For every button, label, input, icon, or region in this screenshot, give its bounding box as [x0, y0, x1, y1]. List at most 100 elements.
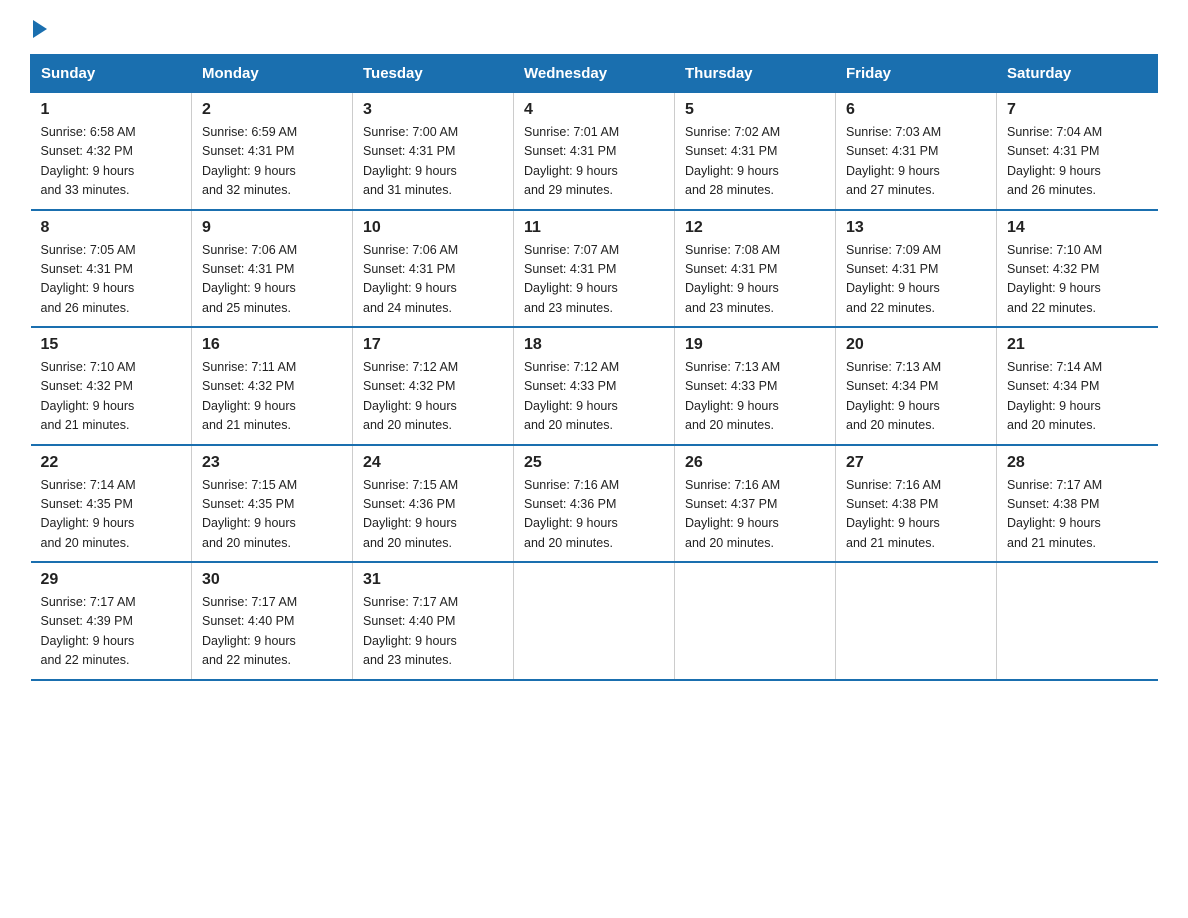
calendar-day-cell: 2 Sunrise: 6:59 AMSunset: 4:31 PMDayligh…	[192, 93, 353, 210]
calendar-day-cell: 25 Sunrise: 7:16 AMSunset: 4:36 PMDaylig…	[514, 445, 675, 563]
day-number: 13	[846, 219, 986, 237]
calendar-day-cell: 22 Sunrise: 7:14 AMSunset: 4:35 PMDaylig…	[31, 445, 192, 563]
day-info: Sunrise: 7:13 AMSunset: 4:34 PMDaylight:…	[846, 360, 941, 432]
calendar-day-cell: 14 Sunrise: 7:10 AMSunset: 4:32 PMDaylig…	[997, 210, 1158, 328]
calendar-day-cell: 4 Sunrise: 7:01 AMSunset: 4:31 PMDayligh…	[514, 93, 675, 210]
calendar-day-cell: 24 Sunrise: 7:15 AMSunset: 4:36 PMDaylig…	[353, 445, 514, 563]
day-info: Sunrise: 7:16 AMSunset: 4:37 PMDaylight:…	[685, 478, 780, 550]
calendar-day-cell: 27 Sunrise: 7:16 AMSunset: 4:38 PMDaylig…	[836, 445, 997, 563]
day-info: Sunrise: 6:59 AMSunset: 4:31 PMDaylight:…	[202, 125, 297, 197]
calendar-week-row: 1 Sunrise: 6:58 AMSunset: 4:32 PMDayligh…	[31, 93, 1158, 210]
logo-arrow-icon	[33, 20, 47, 38]
day-number: 9	[202, 219, 342, 237]
day-info: Sunrise: 7:15 AMSunset: 4:36 PMDaylight:…	[363, 478, 458, 550]
day-info: Sunrise: 7:15 AMSunset: 4:35 PMDaylight:…	[202, 478, 297, 550]
column-header-saturday: Saturday	[997, 55, 1158, 93]
day-number: 17	[363, 336, 503, 354]
day-info: Sunrise: 7:07 AMSunset: 4:31 PMDaylight:…	[524, 243, 619, 315]
day-info: Sunrise: 7:03 AMSunset: 4:31 PMDaylight:…	[846, 125, 941, 197]
calendar-day-cell	[514, 562, 675, 680]
column-header-monday: Monday	[192, 55, 353, 93]
calendar-day-cell: 19 Sunrise: 7:13 AMSunset: 4:33 PMDaylig…	[675, 327, 836, 445]
day-info: Sunrise: 7:17 AMSunset: 4:40 PMDaylight:…	[202, 595, 297, 667]
day-info: Sunrise: 7:12 AMSunset: 4:32 PMDaylight:…	[363, 360, 458, 432]
day-info: Sunrise: 7:11 AMSunset: 4:32 PMDaylight:…	[202, 360, 296, 432]
column-header-tuesday: Tuesday	[353, 55, 514, 93]
page-header	[30, 20, 1158, 34]
day-info: Sunrise: 7:17 AMSunset: 4:40 PMDaylight:…	[363, 595, 458, 667]
calendar-day-cell	[997, 562, 1158, 680]
calendar-day-cell: 31 Sunrise: 7:17 AMSunset: 4:40 PMDaylig…	[353, 562, 514, 680]
day-info: Sunrise: 7:16 AMSunset: 4:38 PMDaylight:…	[846, 478, 941, 550]
day-info: Sunrise: 7:06 AMSunset: 4:31 PMDaylight:…	[202, 243, 297, 315]
day-info: Sunrise: 7:06 AMSunset: 4:31 PMDaylight:…	[363, 243, 458, 315]
day-number: 8	[41, 219, 182, 237]
day-number: 5	[685, 101, 825, 119]
calendar-day-cell: 17 Sunrise: 7:12 AMSunset: 4:32 PMDaylig…	[353, 327, 514, 445]
day-number: 14	[1007, 219, 1148, 237]
day-number: 1	[41, 101, 182, 119]
calendar-day-cell: 13 Sunrise: 7:09 AMSunset: 4:31 PMDaylig…	[836, 210, 997, 328]
day-number: 10	[363, 219, 503, 237]
column-header-wednesday: Wednesday	[514, 55, 675, 93]
calendar-day-cell	[675, 562, 836, 680]
day-number: 7	[1007, 101, 1148, 119]
calendar-day-cell: 9 Sunrise: 7:06 AMSunset: 4:31 PMDayligh…	[192, 210, 353, 328]
calendar-day-cell: 26 Sunrise: 7:16 AMSunset: 4:37 PMDaylig…	[675, 445, 836, 563]
day-number: 16	[202, 336, 342, 354]
day-number: 26	[685, 454, 825, 472]
day-info: Sunrise: 7:02 AMSunset: 4:31 PMDaylight:…	[685, 125, 780, 197]
day-info: Sunrise: 6:58 AMSunset: 4:32 PMDaylight:…	[41, 125, 136, 197]
day-number: 29	[41, 571, 182, 589]
day-info: Sunrise: 7:01 AMSunset: 4:31 PMDaylight:…	[524, 125, 619, 197]
day-number: 30	[202, 571, 342, 589]
calendar-day-cell: 6 Sunrise: 7:03 AMSunset: 4:31 PMDayligh…	[836, 93, 997, 210]
calendar-day-cell: 1 Sunrise: 6:58 AMSunset: 4:32 PMDayligh…	[31, 93, 192, 210]
calendar-day-cell: 11 Sunrise: 7:07 AMSunset: 4:31 PMDaylig…	[514, 210, 675, 328]
day-number: 31	[363, 571, 503, 589]
calendar-week-row: 8 Sunrise: 7:05 AMSunset: 4:31 PMDayligh…	[31, 210, 1158, 328]
column-header-sunday: Sunday	[31, 55, 192, 93]
calendar-day-cell: 29 Sunrise: 7:17 AMSunset: 4:39 PMDaylig…	[31, 562, 192, 680]
day-info: Sunrise: 7:04 AMSunset: 4:31 PMDaylight:…	[1007, 125, 1102, 197]
day-number: 27	[846, 454, 986, 472]
day-number: 15	[41, 336, 182, 354]
day-info: Sunrise: 7:14 AMSunset: 4:34 PMDaylight:…	[1007, 360, 1102, 432]
calendar-day-cell: 30 Sunrise: 7:17 AMSunset: 4:40 PMDaylig…	[192, 562, 353, 680]
day-info: Sunrise: 7:05 AMSunset: 4:31 PMDaylight:…	[41, 243, 136, 315]
calendar-day-cell: 10 Sunrise: 7:06 AMSunset: 4:31 PMDaylig…	[353, 210, 514, 328]
calendar-day-cell	[836, 562, 997, 680]
day-number: 11	[524, 219, 664, 237]
calendar-week-row: 29 Sunrise: 7:17 AMSunset: 4:39 PMDaylig…	[31, 562, 1158, 680]
day-number: 25	[524, 454, 664, 472]
day-info: Sunrise: 7:08 AMSunset: 4:31 PMDaylight:…	[685, 243, 780, 315]
calendar-day-cell: 15 Sunrise: 7:10 AMSunset: 4:32 PMDaylig…	[31, 327, 192, 445]
calendar-day-cell: 20 Sunrise: 7:13 AMSunset: 4:34 PMDaylig…	[836, 327, 997, 445]
day-info: Sunrise: 7:09 AMSunset: 4:31 PMDaylight:…	[846, 243, 941, 315]
day-number: 23	[202, 454, 342, 472]
day-info: Sunrise: 7:00 AMSunset: 4:31 PMDaylight:…	[363, 125, 458, 197]
day-number: 18	[524, 336, 664, 354]
day-info: Sunrise: 7:10 AMSunset: 4:32 PMDaylight:…	[1007, 243, 1102, 315]
logo	[30, 20, 47, 34]
day-info: Sunrise: 7:17 AMSunset: 4:38 PMDaylight:…	[1007, 478, 1102, 550]
column-header-thursday: Thursday	[675, 55, 836, 93]
calendar-day-cell: 18 Sunrise: 7:12 AMSunset: 4:33 PMDaylig…	[514, 327, 675, 445]
calendar-day-cell: 21 Sunrise: 7:14 AMSunset: 4:34 PMDaylig…	[997, 327, 1158, 445]
day-number: 21	[1007, 336, 1148, 354]
calendar-day-cell: 8 Sunrise: 7:05 AMSunset: 4:31 PMDayligh…	[31, 210, 192, 328]
day-info: Sunrise: 7:14 AMSunset: 4:35 PMDaylight:…	[41, 478, 136, 550]
day-info: Sunrise: 7:16 AMSunset: 4:36 PMDaylight:…	[524, 478, 619, 550]
calendar-week-row: 22 Sunrise: 7:14 AMSunset: 4:35 PMDaylig…	[31, 445, 1158, 563]
calendar-day-cell: 12 Sunrise: 7:08 AMSunset: 4:31 PMDaylig…	[675, 210, 836, 328]
day-number: 28	[1007, 454, 1148, 472]
day-info: Sunrise: 7:12 AMSunset: 4:33 PMDaylight:…	[524, 360, 619, 432]
day-info: Sunrise: 7:17 AMSunset: 4:39 PMDaylight:…	[41, 595, 136, 667]
day-number: 12	[685, 219, 825, 237]
day-number: 4	[524, 101, 664, 119]
day-number: 2	[202, 101, 342, 119]
day-info: Sunrise: 7:13 AMSunset: 4:33 PMDaylight:…	[685, 360, 780, 432]
calendar-week-row: 15 Sunrise: 7:10 AMSunset: 4:32 PMDaylig…	[31, 327, 1158, 445]
day-number: 19	[685, 336, 825, 354]
day-number: 20	[846, 336, 986, 354]
